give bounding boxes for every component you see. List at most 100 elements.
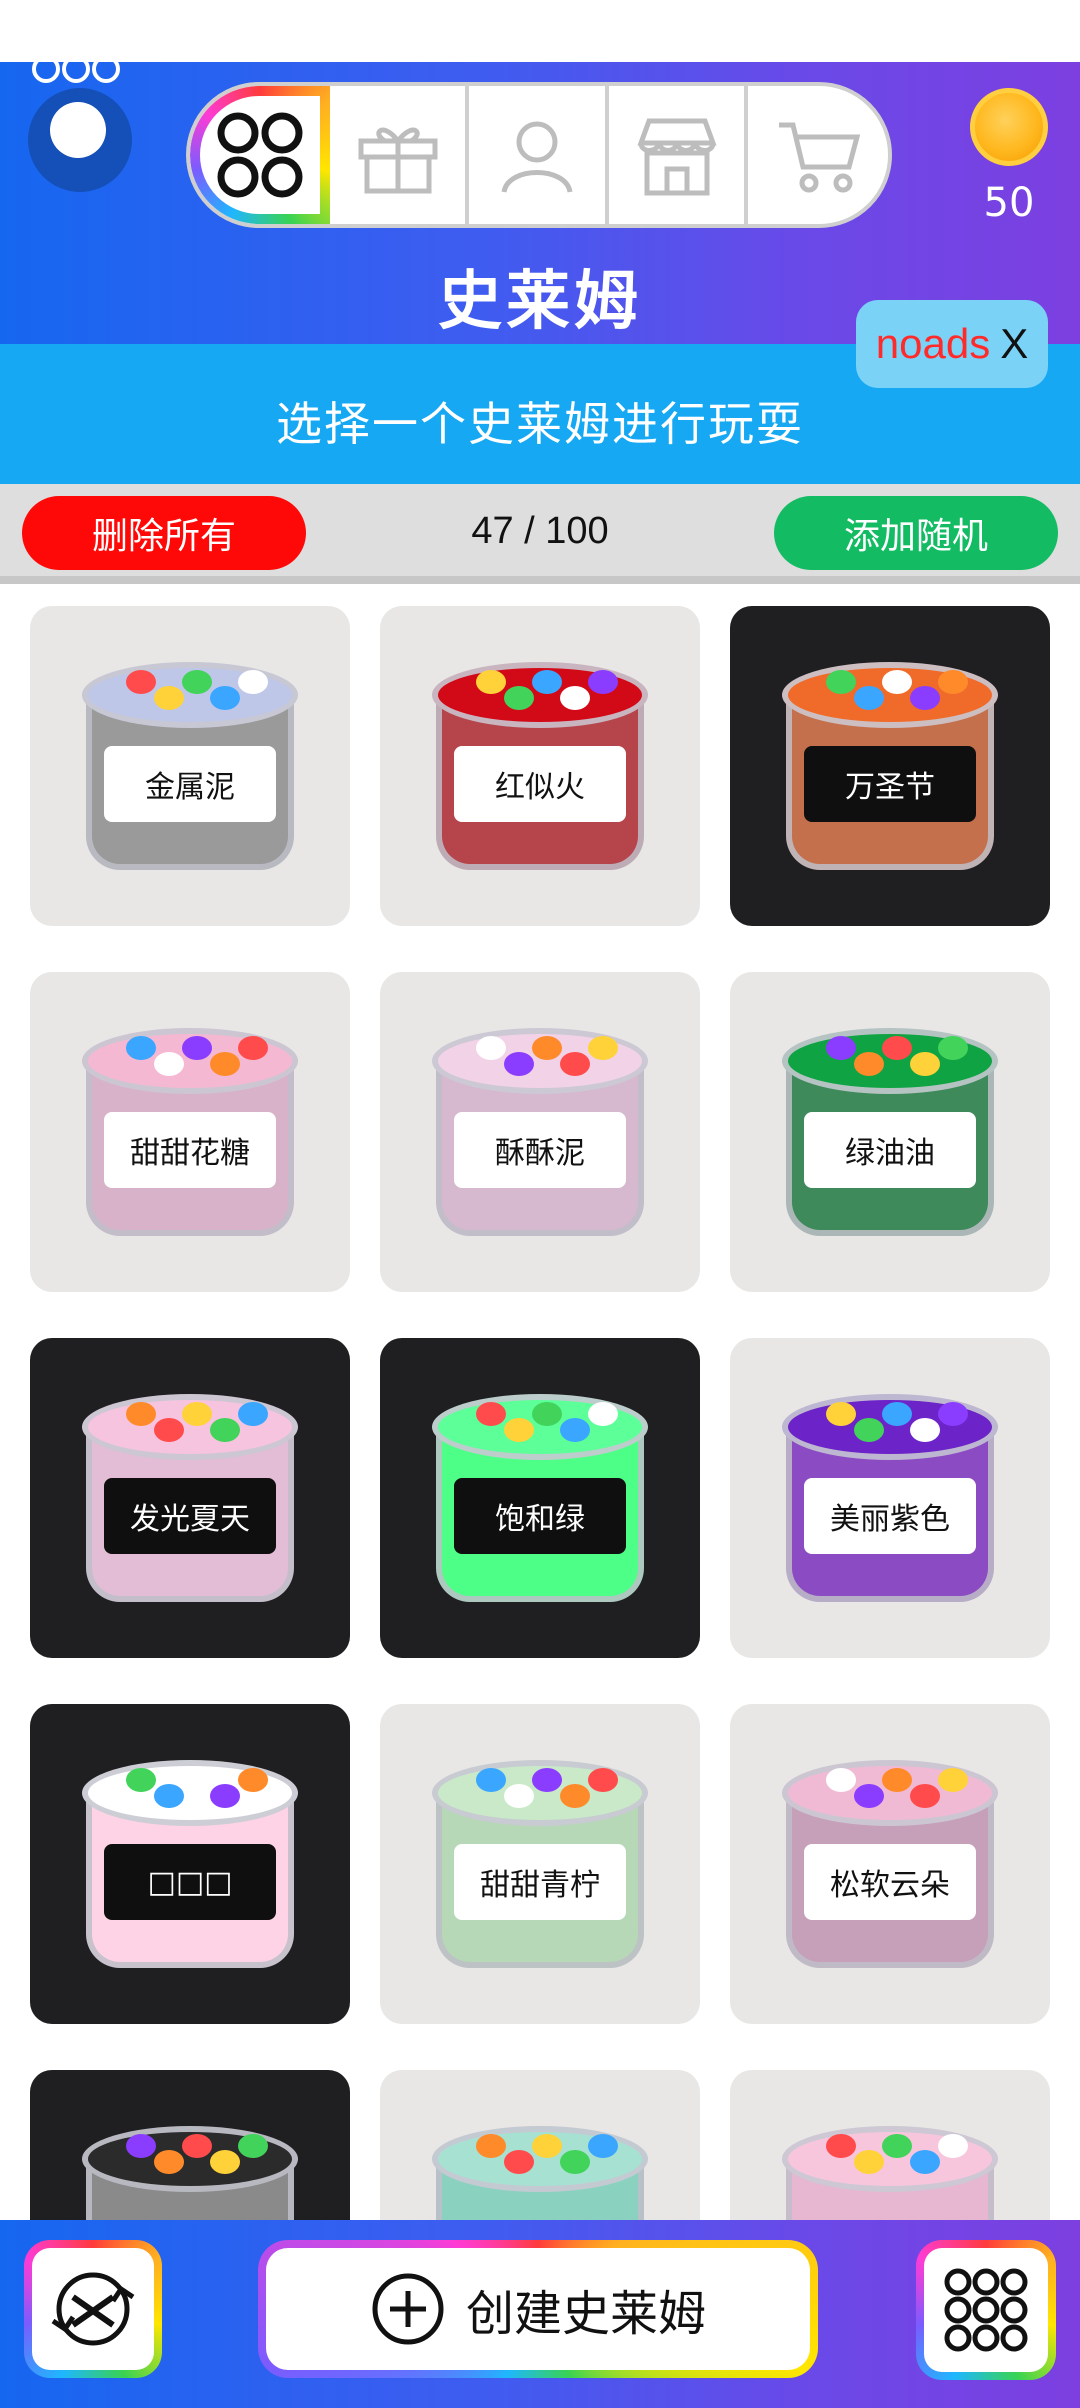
slime-name: 美丽紫色	[804, 1478, 976, 1554]
subtitle-text: 选择一个史莱姆进行玩耍	[276, 397, 804, 451]
slime-card[interactable]: 松软云朵	[730, 1704, 1050, 2024]
slime-topping	[910, 1418, 940, 1442]
slime-card[interactable]: □□□	[30, 1704, 350, 2024]
slime-card[interactable]	[380, 2070, 700, 2220]
gift-icon	[358, 127, 438, 194]
slime-name: 红似火	[454, 746, 626, 822]
slime-topping	[882, 1402, 912, 1426]
slime-topping	[938, 1768, 968, 1792]
slime-topping	[154, 1052, 184, 1076]
slime-topping	[882, 2134, 912, 2158]
slime-topping	[210, 1052, 240, 1076]
noads-button[interactable]: noads X	[856, 300, 1048, 388]
slime-topping	[210, 1784, 240, 1808]
slime-topping	[476, 2134, 506, 2158]
slime-topping	[126, 1036, 156, 1060]
slime-topping	[532, 1402, 562, 1426]
slime-name: 松软云朵	[804, 1844, 976, 1920]
slime-topping	[182, 1768, 212, 1792]
slime-topping	[588, 1768, 618, 1792]
add-random-button[interactable]: 添加随机	[774, 496, 1058, 570]
slime-card[interactable]: 红似火	[380, 606, 700, 926]
slime-name: 甜甜花糖	[104, 1112, 276, 1188]
slime-topping	[238, 670, 268, 694]
slime-name: 绿油油	[804, 1112, 976, 1188]
bottom-bar: 创建史莱姆	[0, 2220, 1080, 2408]
slime-topping	[588, 1036, 618, 1060]
slime-topping	[938, 670, 968, 694]
slime-topping	[126, 670, 156, 694]
delete-all-button[interactable]: 删除所有	[22, 496, 306, 570]
slime-topping	[238, 1768, 268, 1792]
slime-name: 发光夏天	[104, 1478, 276, 1554]
slime-topping	[504, 686, 534, 710]
slime-name: 金属泥	[104, 746, 276, 822]
slime-topping	[854, 1784, 884, 1808]
slime-topping	[476, 1402, 506, 1426]
slime-topping	[154, 1418, 184, 1442]
slime-grid: 金属泥 红似火 万圣节甜甜花糖 酥酥泥 绿油油发光夏天 饱和绿 美丽紫色 □□□ 甜甜青柠 松软云…	[30, 606, 1050, 2220]
tab-slimes[interactable]	[190, 86, 330, 224]
slime-jar: 发光夏天	[82, 1394, 298, 1618]
coin-icon	[970, 88, 1048, 166]
slime-card[interactable]: 绿油油	[730, 972, 1050, 1292]
slime-card[interactable]: 美丽紫色	[730, 1338, 1050, 1658]
slime-card[interactable]: 酥酥泥	[380, 972, 700, 1292]
tab-cart[interactable]	[748, 86, 888, 224]
profile-avatar[interactable]	[28, 88, 132, 192]
slime-counter: 47 / 100	[471, 510, 609, 552]
slime-name: 万圣节	[804, 746, 976, 822]
slime-jar: 甜甜花糖	[82, 1028, 298, 1252]
close-icon[interactable]: X	[1000, 320, 1028, 368]
slime-topping	[588, 1402, 618, 1426]
slime-topping	[826, 2134, 856, 2158]
slime-card[interactable]: 甜甜花糖	[30, 972, 350, 1292]
menu-grid-button[interactable]	[916, 2240, 1056, 2380]
slime-topping	[854, 1418, 884, 1442]
slime-card[interactable]: 万圣节	[730, 606, 1050, 926]
slime-card[interactable]: 饱和绿	[380, 1338, 700, 1658]
more-dots-icon	[32, 55, 120, 83]
slime-topping	[826, 1768, 856, 1792]
slime-topping	[182, 1036, 212, 1060]
noads-label: noads	[875, 320, 991, 367]
slime-card[interactable]: 甜甜青柠	[380, 1704, 700, 2024]
slime-name: 饱和绿	[454, 1478, 626, 1554]
grid-icon	[217, 112, 303, 198]
slime-topping	[588, 2134, 618, 2158]
slime-topping	[532, 1768, 562, 1792]
slime-topping	[210, 1418, 240, 1442]
slime-topping	[126, 1402, 156, 1426]
slime-jar: 金属泥	[82, 662, 298, 886]
slime-card[interactable]	[30, 2070, 350, 2220]
slime-topping	[560, 2150, 590, 2174]
slime-topping	[504, 1052, 534, 1076]
app-root: 50 史莱姆 选择一个史莱姆进行玩耍 noads X 删除所有 47 / 100…	[0, 0, 1080, 2408]
tab-gifts[interactable]	[329, 86, 470, 224]
slime-topping	[238, 2134, 268, 2158]
slime-topping	[854, 2150, 884, 2174]
slime-name: 甜甜青柠	[454, 1844, 626, 1920]
slime-topping	[154, 1784, 184, 1808]
slime-name: 酥酥泥	[454, 1112, 626, 1188]
action-bar: 删除所有 47 / 100 添加随机	[0, 484, 1080, 584]
slime-topping	[532, 2134, 562, 2158]
slime-topping	[882, 1036, 912, 1060]
slime-card[interactable]: 金属泥	[30, 606, 350, 926]
create-slime-button[interactable]: 创建史莱姆	[258, 2240, 818, 2378]
slime-card[interactable]	[730, 2070, 1050, 2220]
slime-topping	[154, 686, 184, 710]
shuffle-button[interactable]	[24, 2240, 162, 2378]
cart-icon	[779, 122, 861, 193]
slime-topping	[238, 1402, 268, 1426]
slime-card[interactable]: 发光夏天	[30, 1338, 350, 1658]
tab-profile[interactable]	[469, 86, 609, 224]
slime-topping	[504, 1784, 534, 1808]
slime-topping	[154, 2150, 184, 2174]
slime-jar: 红似火	[432, 662, 648, 886]
tab-store[interactable]	[608, 86, 749, 224]
slime-jar: 酥酥泥	[432, 1028, 648, 1252]
slime-topping	[210, 686, 240, 710]
slime-topping	[182, 670, 212, 694]
slime-topping	[910, 1784, 940, 1808]
